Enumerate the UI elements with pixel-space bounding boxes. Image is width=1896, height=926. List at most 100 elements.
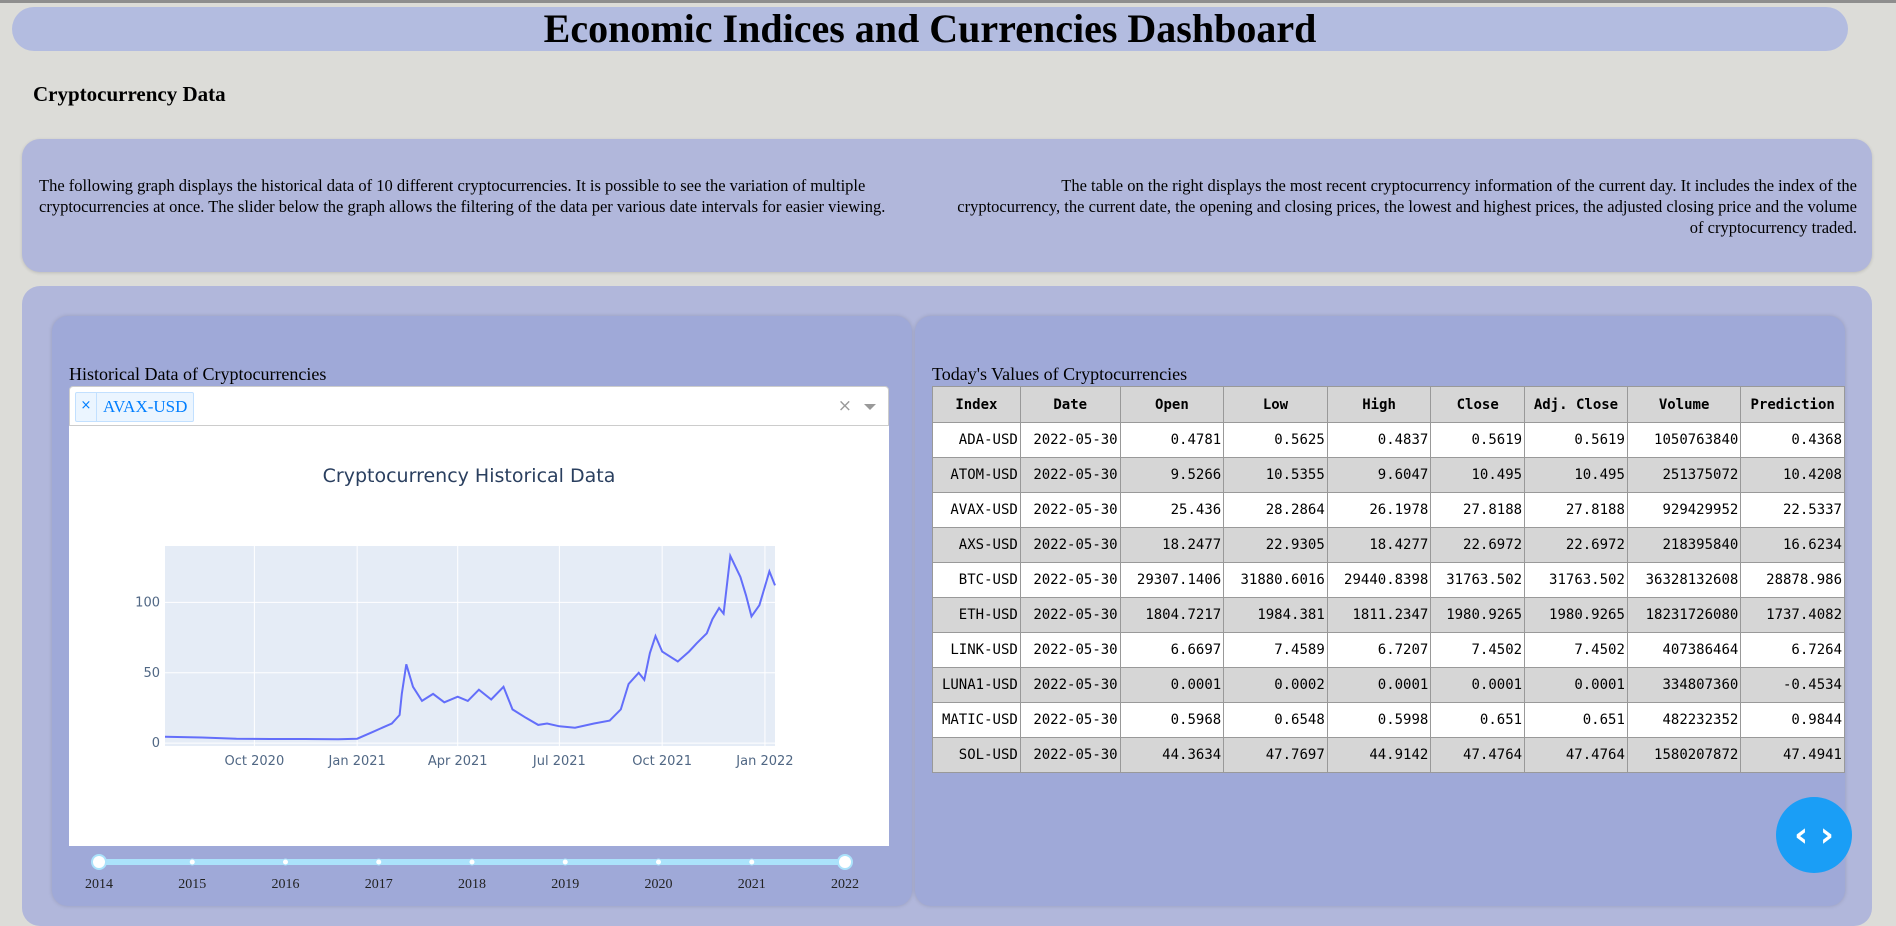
table-cell: 9.6047 bbox=[1326, 457, 1432, 493]
table-cell: 1050763840 bbox=[1626, 422, 1742, 458]
table-cell: 0.0001 bbox=[1119, 667, 1225, 703]
table-cell: LINK-USD bbox=[932, 632, 1021, 668]
table-cell: 10.5355 bbox=[1223, 457, 1328, 493]
table-cell: 25.436 bbox=[1119, 492, 1225, 528]
table-cell: 7.4502 bbox=[1430, 632, 1526, 668]
y-tick-label: 100 bbox=[135, 595, 160, 610]
today-table-wrap: Index Date Open Low High Close Adj. Close Volum… bbox=[932, 386, 1845, 773]
table-row[interactable]: MATIC-USD 2022-05-30 0.5968 0.6548 0.5998 0.6… bbox=[932, 702, 1845, 738]
table-cell: 1737.4082 bbox=[1740, 597, 1845, 633]
code-toggle-button[interactable]: ‹ › bbox=[1776, 797, 1852, 873]
date-range-slider[interactable]: 2014 2015 2016 2017 2018 2019 2020 2021 2022 bbox=[69, 846, 889, 906]
y-tick-label: 0 bbox=[152, 736, 160, 751]
table-cell: 0.0001 bbox=[1524, 667, 1628, 703]
table-cell: 18231726080 bbox=[1626, 597, 1742, 633]
table-cell: 1980.9265 bbox=[1430, 597, 1526, 633]
table-cell: 2022-05-30 bbox=[1019, 667, 1121, 703]
table-cell: 10.495 bbox=[1524, 457, 1628, 493]
table-cell: 218395840 bbox=[1626, 527, 1742, 563]
table-cell: 29307.1406 bbox=[1119, 562, 1225, 598]
table-cell: 0.0001 bbox=[1430, 667, 1526, 703]
table-cell: 2022-05-30 bbox=[1019, 562, 1121, 598]
table-cell: 9.5266 bbox=[1119, 457, 1225, 493]
slider-year-label: 2020 bbox=[645, 877, 673, 892]
table-cell: 2022-05-30 bbox=[1019, 527, 1121, 563]
table-cell: 0.5619 bbox=[1430, 422, 1526, 458]
column-header: Volume bbox=[1626, 386, 1742, 423]
table-cell: 10.495 bbox=[1430, 457, 1526, 493]
table-cell: 0.5998 bbox=[1326, 702, 1432, 738]
table-row[interactable]: AVAX-USD 2022-05-30 25.436 28.2864 26.1978 27… bbox=[932, 492, 1845, 528]
table-cell: 1984.381 bbox=[1223, 597, 1328, 633]
table-cell: 44.9142 bbox=[1326, 737, 1432, 773]
chevron-down-icon[interactable] bbox=[864, 404, 876, 410]
table-cell: 2022-05-30 bbox=[1019, 702, 1121, 738]
table-row[interactable]: LINK-USD 2022-05-30 6.6697 7.4589 6.7207 7.45… bbox=[932, 632, 1845, 668]
table-cell: AXS-USD bbox=[932, 527, 1021, 563]
table-cell: 0.5619 bbox=[1524, 422, 1628, 458]
table-cell: 31763.502 bbox=[1430, 562, 1526, 598]
slider-year-label: 2021 bbox=[738, 877, 766, 892]
table-row[interactable]: SOL-USD 2022-05-30 44.3634 47.7697 44.9142 47… bbox=[932, 737, 1845, 773]
table-cell: ADA-USD bbox=[932, 422, 1021, 458]
today-card: Today's Values of Cryptocurrencies Index… bbox=[915, 316, 1845, 906]
table-cell: 2022-05-30 bbox=[1019, 597, 1121, 633]
slider-year-label: 2015 bbox=[178, 877, 206, 892]
table-row[interactable]: ETH-USD 2022-05-30 1804.7217 1984.381 1811.2… bbox=[932, 597, 1845, 633]
historical-title: Historical Data of Cryptocurrencies bbox=[69, 364, 327, 384]
selected-tag-label: AVAX-USD bbox=[103, 397, 188, 416]
table-cell: 0.651 bbox=[1524, 702, 1628, 738]
table-cell: 0.5625 bbox=[1223, 422, 1328, 458]
table-cell: 27.8188 bbox=[1430, 492, 1526, 528]
table-cell: 28.2864 bbox=[1223, 492, 1328, 528]
slider-handle[interactable] bbox=[837, 854, 853, 870]
table-cell: 26.1978 bbox=[1326, 492, 1432, 528]
table-cell: 2022-05-30 bbox=[1019, 492, 1121, 528]
slider-dot bbox=[282, 858, 289, 866]
slider-year-label: 2022 bbox=[831, 877, 859, 892]
table-row[interactable]: ADA-USD 2022-05-30 0.4781 0.5625 0.4837 0.561… bbox=[932, 422, 1845, 458]
column-header: High bbox=[1326, 386, 1432, 423]
column-header: Close bbox=[1430, 386, 1526, 423]
table-cell: 6.6697 bbox=[1119, 632, 1225, 668]
table-row[interactable]: BTC-USD 2022-05-30 29307.1406 31880.6016 294… bbox=[932, 562, 1845, 598]
table-cell: 0.0002 bbox=[1223, 667, 1328, 703]
y-tick-label: 50 bbox=[143, 666, 160, 681]
slider-dot bbox=[655, 858, 662, 866]
slider-dot bbox=[375, 858, 383, 866]
chart-svg: Cryptocurrency Historical Data Oct 2020 J… bbox=[135, 465, 793, 769]
remove-tag-icon[interactable]: × bbox=[76, 393, 97, 421]
slider-handle[interactable] bbox=[91, 854, 107, 870]
table-header-row: Index Date Open Low High Close Adj. Close Volum… bbox=[932, 386, 1845, 423]
table-cell: 0.9844 bbox=[1740, 702, 1845, 738]
table-cell: 31763.502 bbox=[1524, 562, 1628, 598]
table-cell: 47.4764 bbox=[1524, 737, 1628, 773]
x-tick-label: Jan 2021 bbox=[328, 754, 386, 769]
table-cell: 27.8188 bbox=[1524, 492, 1628, 528]
table-cell: MATIC-USD bbox=[932, 702, 1021, 738]
table-cell: 22.6972 bbox=[1430, 527, 1526, 563]
table-cell: SOL-USD bbox=[932, 737, 1021, 773]
slider-dot bbox=[468, 858, 476, 866]
slider-dot bbox=[748, 858, 756, 866]
column-header: Index bbox=[932, 386, 1021, 423]
table-cell: 407386464 bbox=[1626, 632, 1742, 668]
historical-card: Historical Data of Cryptocurrencies × AV… bbox=[52, 316, 912, 906]
slider-year-label: 2019 bbox=[551, 877, 579, 892]
table-cell: 7.4502 bbox=[1524, 632, 1628, 668]
table-row[interactable]: AXS-USD 2022-05-30 18.2477 22.9305 18.4277 22… bbox=[932, 527, 1845, 563]
table-cell: 2022-05-30 bbox=[1019, 457, 1121, 493]
table-cell: LUNA1-USD bbox=[932, 667, 1021, 703]
graph-description: The following graph displays the histori… bbox=[39, 176, 886, 216]
slider-year-label: 2018 bbox=[458, 877, 486, 892]
table-cell: 6.7207 bbox=[1326, 632, 1432, 668]
column-header: Low bbox=[1223, 386, 1328, 423]
table-row[interactable]: LUNA1-USD 2022-05-30 0.0001 0.0002 0.0001 0.0… bbox=[932, 667, 1845, 703]
historical-chart[interactable]: Cryptocurrency Historical Data Oct 2020 J… bbox=[69, 426, 889, 846]
table-row[interactable]: ATOM-USD 2022-05-30 9.5266 10.5355 9.6047 10.… bbox=[932, 457, 1845, 493]
plot-area bbox=[165, 546, 775, 746]
clear-icon[interactable]: × bbox=[838, 396, 852, 416]
table-cell: AVAX-USD bbox=[932, 492, 1021, 528]
currency-dropdown[interactable]: × AVAX-USD × bbox=[69, 386, 889, 426]
table-cell: 2022-05-30 bbox=[1019, 422, 1121, 458]
